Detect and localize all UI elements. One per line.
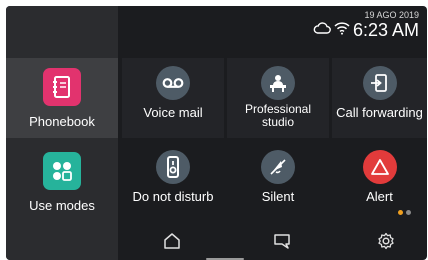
use-modes-icon <box>43 152 81 190</box>
intercom-screen: Phonebook Use modes 19 AGO 2019 6:23 AM … <box>6 6 427 260</box>
silent-icon <box>261 150 295 184</box>
tile-label: Professional studio <box>244 102 312 129</box>
sidebar-item-label: Use modes <box>29 198 95 213</box>
status-time: 6:23 AM <box>352 20 419 40</box>
tile-label: Silent <box>261 189 295 204</box>
cloud-icon <box>313 21 331 40</box>
sidebar-item-label: Phonebook <box>29 114 95 129</box>
wifi-icon <box>334 21 350 40</box>
sidebar-item-use-modes[interactable]: Use modes <box>6 142 118 222</box>
tile-voice-mail[interactable]: Voice mail <box>122 58 224 138</box>
status-bar: 19 AGO 2019 6:23 AM <box>313 10 419 40</box>
status-date: 19 AGO 2019 <box>364 10 419 20</box>
settings-icon[interactable] <box>375 230 397 252</box>
tile-call-forwarding[interactable]: Call forwarding <box>332 58 427 138</box>
do-not-disturb-icon <box>156 150 190 184</box>
phonebook-icon <box>43 68 81 106</box>
messages-icon[interactable] <box>271 230 293 252</box>
tile-alert[interactable]: Alert <box>332 142 427 222</box>
voicemail-icon <box>156 66 190 100</box>
bottom-nav <box>118 220 427 260</box>
tile-silent[interactable]: Silent <box>227 142 329 222</box>
professional-studio-icon <box>261 66 295 100</box>
alert-icon <box>362 150 397 184</box>
page-indicator <box>398 210 411 215</box>
tile-label: Call forwarding <box>336 105 423 120</box>
tile-label: Alert <box>366 189 393 204</box>
sidebar-item-phonebook[interactable]: Phonebook <box>6 58 118 138</box>
page-dot <box>406 210 411 215</box>
tile-label: Voice mail <box>143 105 203 120</box>
tile-label: Do not disturb <box>132 189 214 204</box>
page-dot-active <box>398 210 403 215</box>
call-forwarding-icon <box>362 66 397 100</box>
home-icon[interactable] <box>161 230 183 252</box>
sidebar: Phonebook Use modes <box>6 6 118 260</box>
tile-professional-studio[interactable]: Professional studio <box>227 58 329 138</box>
tile-do-not-disturb[interactable]: Do not disturb <box>122 142 224 222</box>
